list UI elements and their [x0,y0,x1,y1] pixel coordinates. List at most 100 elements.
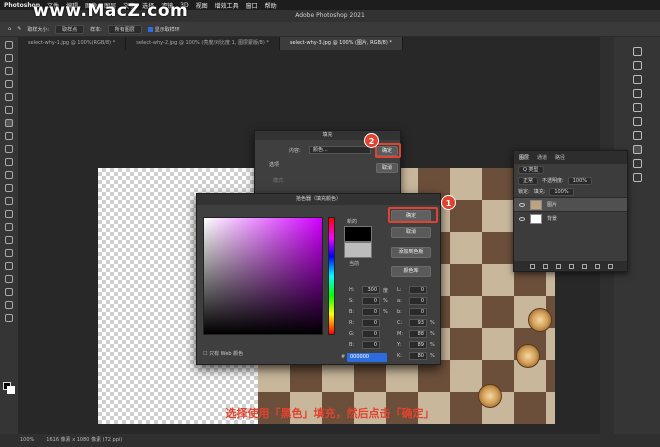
b-unit: % [383,309,388,315]
menu-view[interactable]: 视图 [196,1,208,10]
color-field[interactable] [203,217,323,335]
group-icon[interactable] [582,263,587,269]
home-icon[interactable]: ⌂ [8,26,11,32]
a-input[interactable]: 0 [409,297,427,305]
sample-select[interactable]: 所有图层 [107,24,142,34]
g-input[interactable]: 0 [362,330,380,338]
b-input[interactable]: 0 [362,308,380,316]
libraries-panel-icon[interactable] [632,131,642,140]
color-panel-icon[interactable] [632,47,642,56]
sample-size-select[interactable]: 取样点 [55,24,85,34]
menu-plugins[interactable]: 增效工具 [215,1,239,10]
k-input[interactable]: 80 [409,352,427,360]
gradients-panel-icon[interactable] [632,75,642,84]
menu-help[interactable]: 帮助 [265,1,277,10]
current-label: 当前 [349,261,360,267]
s-unit: % [383,298,388,304]
web-only-checkbox[interactable]: ☐ 只有 Web 颜色 [203,350,243,357]
more-tools-icon[interactable] [5,314,13,322]
blue-input[interactable]: 0 [362,341,380,349]
hand-tool-icon[interactable] [5,288,13,296]
healing-tool-icon[interactable] [5,132,13,140]
tab-paths[interactable]: 路径 [555,154,565,161]
lasso-tool-icon[interactable] [5,67,13,75]
l-input[interactable]: 0 [409,286,427,294]
zoom-level[interactable]: 100% [20,434,34,447]
mask-icon[interactable] [556,263,561,269]
eye-icon[interactable] [519,202,525,207]
layers-panel-icon[interactable] [632,145,642,154]
layer-kind-filter[interactable]: Q 类型 [518,165,544,174]
current-color-swatch [344,242,372,258]
m-unit: % [430,331,435,337]
blue-label: B: [349,342,355,348]
g-label: G: [349,331,355,337]
y-input[interactable]: 89 [409,341,427,349]
opacity-input[interactable]: 100% [567,176,592,185]
type-tool-icon[interactable] [5,249,13,257]
show-ring-checkbox[interactable]: 显示取样环 [147,26,180,33]
eyedropper-tool-icon[interactable] [5,119,13,127]
color-libraries-button[interactable]: 颜色库 [391,266,431,277]
k-unit: % [430,353,435,359]
pen-tool-icon[interactable] [5,236,13,244]
properties-panel-icon[interactable] [632,103,642,112]
blend-mode-select[interactable]: 正常 [518,176,539,185]
marquee-tool-icon[interactable] [5,54,13,62]
adjustment-icon[interactable] [569,263,574,269]
background-color-swatch[interactable] [7,386,15,394]
lab-b-input[interactable]: 0 [409,308,427,316]
move-tool-icon[interactable] [5,41,13,49]
blur-tool-icon[interactable] [5,210,13,218]
new-label: 新的 [347,219,358,225]
checker-piece [516,344,540,368]
r-input[interactable]: 0 [362,319,380,327]
tab-layers[interactable]: 图层 [519,154,529,161]
patterns-panel-icon[interactable] [632,89,642,98]
swatches-panel-icon[interactable] [632,61,642,70]
zoom-tool-icon[interactable] [5,301,13,309]
brush-tool-icon[interactable] [5,145,13,153]
m-input[interactable]: 88 [409,330,427,338]
tab-select-why-1[interactable]: select-why-1.jpg @ 100%(RGB/8) * [18,37,127,50]
fill-cancel-button[interactable]: 取消 [376,163,398,173]
paths-panel-icon[interactable] [632,173,642,182]
layers-panel: 图层 通道 路径 Q 类型 正常 不透明度: 100% 锁定: 填充: 100%… [513,150,628,272]
hex-input[interactable]: 000000 [347,353,387,362]
eye-icon[interactable] [519,216,525,221]
trash-icon[interactable] [608,263,613,269]
path-select-tool-icon[interactable] [5,262,13,270]
fill-input[interactable]: 100% [549,187,574,196]
frame-tool-icon[interactable] [5,106,13,114]
tab-select-why-3[interactable]: select-why-3.jpg @ 100% (图片, RGB/8) * [279,37,403,50]
content-select[interactable]: 颜色... [309,146,371,154]
layers-footer [514,261,627,271]
object-select-tool-icon[interactable] [5,80,13,88]
tab-select-why-2[interactable]: select-why-2.jpg @ 100% (亮度/对比度 1, 图层蒙版/… [126,37,280,50]
hue-slider[interactable] [328,217,335,335]
layer-row[interactable]: 图片 [514,197,627,211]
gradient-tool-icon[interactable] [5,197,13,205]
adjustments-panel-icon[interactable] [632,117,642,126]
dodge-tool-icon[interactable] [5,223,13,231]
crop-tool-icon[interactable] [5,93,13,101]
s-input[interactable]: 0 [362,297,380,305]
new-layer-icon[interactable] [595,263,600,269]
history-brush-tool-icon[interactable] [5,171,13,179]
stamp-tool-icon[interactable] [5,158,13,166]
c-input[interactable]: 93 [409,319,427,327]
shape-tool-icon[interactable] [5,275,13,283]
eyedropper-icon[interactable]: ✎ [17,26,21,32]
picker-cancel-button[interactable]: 取消 [391,227,431,238]
menu-window[interactable]: 窗口 [246,1,258,10]
h-unit: 度 [383,288,389,294]
fx-icon[interactable] [543,263,548,269]
add-to-swatches-button[interactable]: 添加到色板 [391,247,431,258]
eraser-tool-icon[interactable] [5,184,13,192]
channels-panel-icon[interactable] [632,159,642,168]
h-input[interactable]: 300 [362,286,380,294]
layer-row[interactable]: 背景 [514,211,627,225]
link-icon[interactable] [530,263,535,269]
content-label: 内容: [289,148,301,154]
tab-channels[interactable]: 通道 [537,154,547,161]
